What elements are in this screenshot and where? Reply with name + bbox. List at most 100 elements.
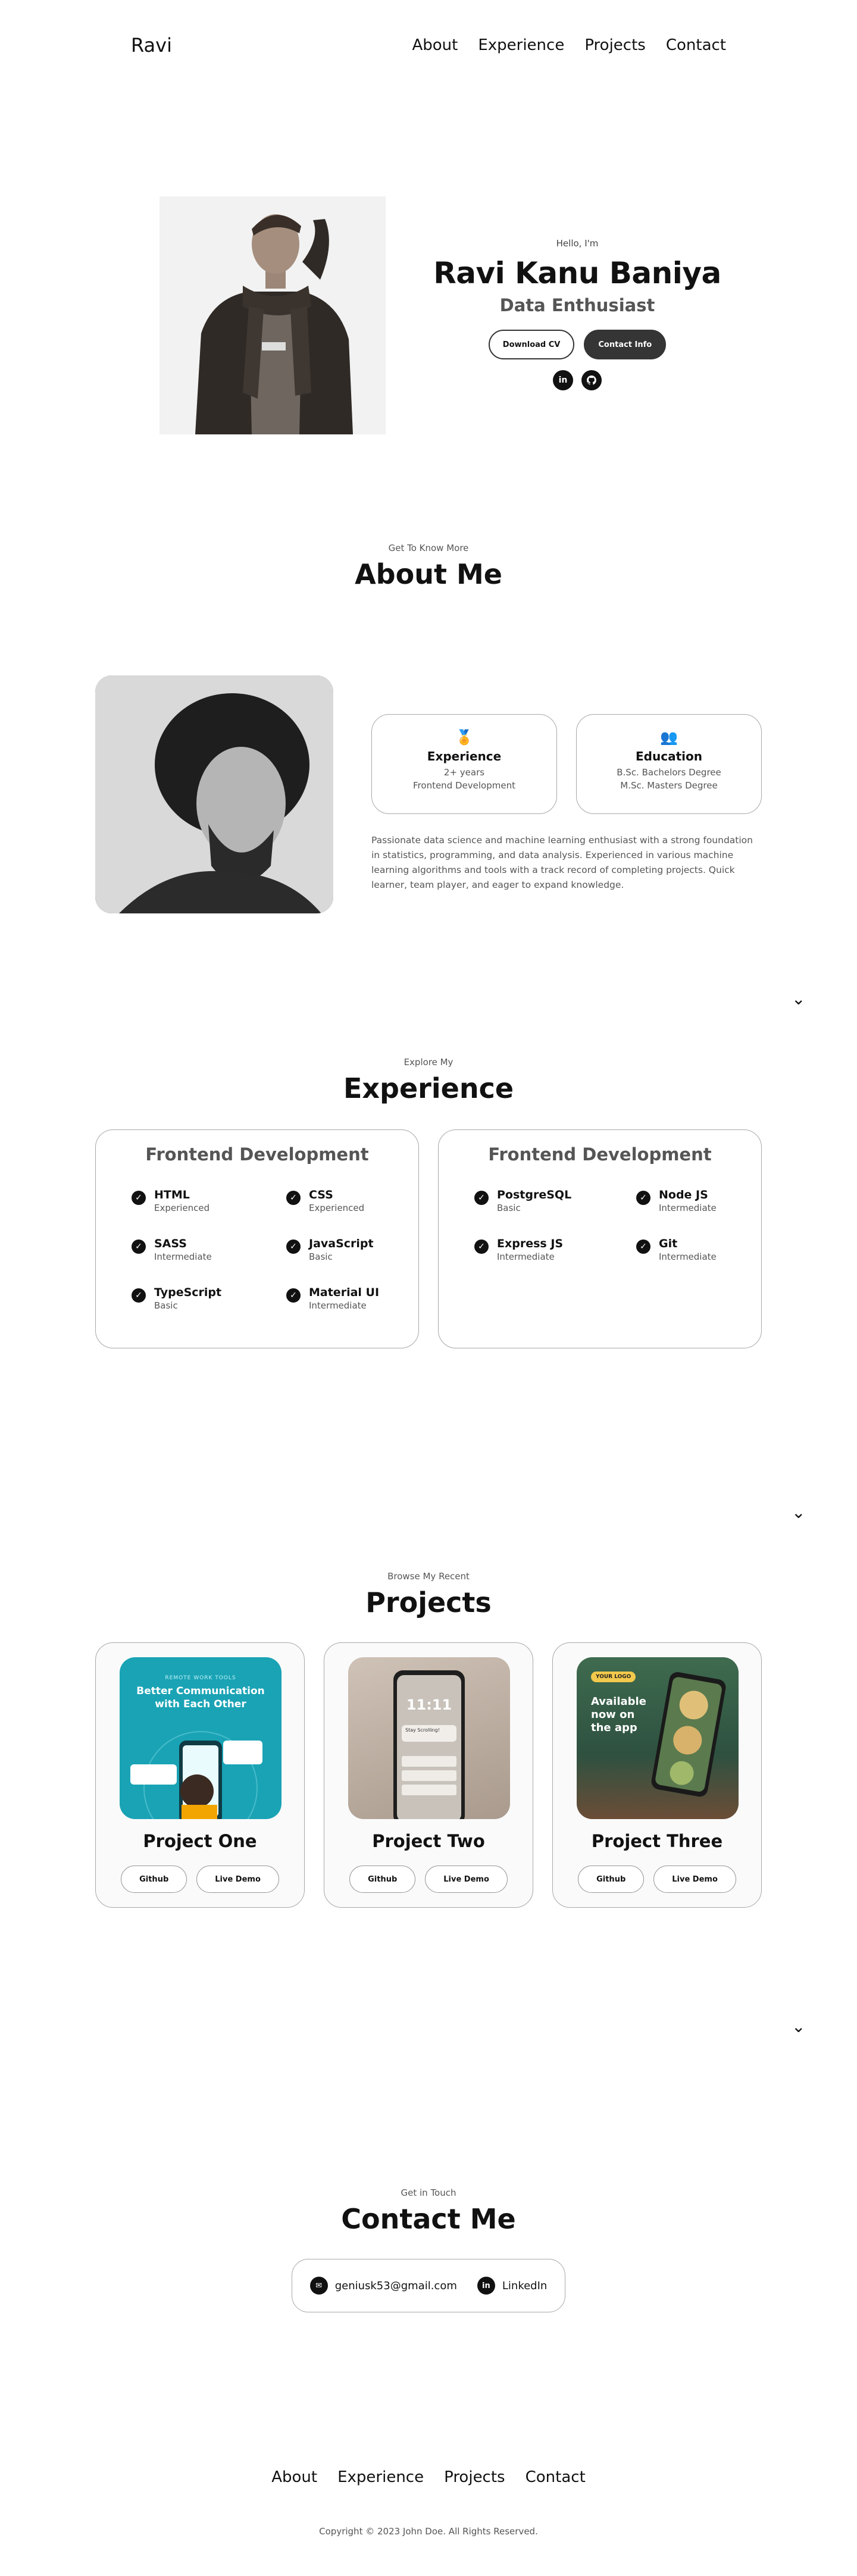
- nav-link-contact[interactable]: Contact: [666, 36, 726, 54]
- nav-link-about[interactable]: About: [412, 36, 458, 54]
- live-demo-button[interactable]: Live Demo: [653, 1866, 736, 1893]
- hero-name: Ravi Kanu Baniya: [433, 256, 721, 290]
- checkmark-icon: ✓: [474, 1240, 489, 1254]
- about-description: Passionate data science and machine lear…: [371, 835, 753, 890]
- experience-card-line: 2+ years: [443, 767, 485, 778]
- footer-link-contact[interactable]: Contact: [526, 2468, 586, 2486]
- experience-card: 🏅 Experience 2+ years Frontend Developme…: [371, 714, 557, 814]
- skill-name: JavaScript: [309, 1237, 374, 1250]
- scroll-down-arrow-icon[interactable]: ⌄: [792, 2018, 805, 2035]
- nav-link-experience[interactable]: Experience: [478, 36, 564, 54]
- github-button[interactable]: Github: [578, 1866, 645, 1893]
- scroll-down-arrow-icon[interactable]: ⌄: [792, 991, 805, 1007]
- skill-level: Intermediate: [659, 1203, 717, 1213]
- project-card: REMOTE WORK TOOLS Better Communication w…: [95, 1642, 305, 1908]
- experience-card-backend: Frontend Development ✓ PostgreSQL Basic ✓ N…: [438, 1129, 762, 1348]
- skills-grid: ✓ PostgreSQL Basic ✓ Node JS Intermediate ✓ E…: [474, 1188, 736, 1262]
- live-demo-button[interactable]: Live Demo: [196, 1866, 279, 1893]
- education-card-line: M.Sc. Masters Degree: [620, 780, 718, 791]
- skills-grid: ✓ HTML Experienced ✓ CSS Experienced ✓ SASS In…: [132, 1188, 393, 1311]
- skill-name: Material UI: [309, 1286, 380, 1299]
- experience-card-line: Frontend Development: [413, 780, 515, 791]
- skill-name: PostgreSQL: [497, 1188, 572, 1201]
- checkmark-icon: ✓: [132, 1191, 146, 1205]
- experience-title: Experience: [343, 1072, 514, 1104]
- scroll-down-arrow-icon[interactable]: ⌄: [792, 1504, 805, 1521]
- profile-photo: [159, 196, 386, 434]
- contact-linkedin-text[interactable]: LinkedIn: [502, 2280, 547, 2292]
- projects-title: Projects: [365, 1586, 492, 1619]
- github-button[interactable]: Github: [349, 1866, 416, 1893]
- checkmark-icon: ✓: [132, 1240, 146, 1254]
- skill-name: SASS: [154, 1237, 187, 1250]
- project-image-heading: 11:11: [406, 1697, 452, 1713]
- skill-level: Basic: [309, 1251, 333, 1262]
- project-card: YOUR LOGO Available now on the app Proje…: [552, 1642, 762, 1908]
- checkmark-icon: ✓: [132, 1288, 146, 1303]
- linkedin-icon: in: [477, 2277, 495, 2295]
- footer-link-projects[interactable]: Projects: [444, 2468, 505, 2486]
- hero-text: Hello, I'm Ravi Kanu Baniya Data Enthusi…: [417, 238, 738, 390]
- skill-item: ✓ Node JS Intermediate: [636, 1188, 743, 1213]
- skill-item: ✓ HTML Experienced: [132, 1188, 286, 1213]
- email-icon: ✉: [309, 2277, 328, 2295]
- github-button[interactable]: Github: [121, 1866, 187, 1893]
- logo[interactable]: Ravi: [131, 34, 172, 57]
- nav-links: About Experience Projects Contact: [412, 36, 726, 54]
- footer-link-experience[interactable]: Experience: [337, 2468, 424, 2486]
- project-image-tag: Stay Scrolling!: [405, 1727, 440, 1733]
- contact-box: ✉ geniusk53@gmail.com in LinkedIn: [292, 2259, 565, 2312]
- project-title: Project Three: [591, 1831, 723, 1851]
- experience-icon: 🏅: [455, 729, 473, 746]
- skill-level: Experienced: [154, 1203, 210, 1213]
- contact-linkedin[interactable]: in LinkedIn: [477, 2277, 547, 2295]
- project-card: 11:11 Stay Scrolling! Project Two Github…: [324, 1642, 533, 1908]
- nav-link-projects[interactable]: Projects: [584, 36, 646, 54]
- skill-level: Basic: [154, 1300, 178, 1311]
- contact-subtitle: Get in Touch: [401, 2187, 456, 2198]
- project-buttons: Github Live Demo: [324, 1866, 533, 1893]
- experience-subtitle: Explore My: [404, 1057, 453, 1068]
- project-title: Project One: [143, 1831, 257, 1851]
- skill-level: Intermediate: [497, 1251, 555, 1262]
- checkmark-icon: ✓: [474, 1191, 489, 1205]
- skill-item: ✓ Git Intermediate: [636, 1237, 743, 1262]
- checkmark-icon: ✓: [636, 1191, 650, 1205]
- experience-card-title: Experience: [427, 749, 502, 763]
- skill-item: ✓ PostgreSQL Basic: [474, 1188, 636, 1213]
- copyright: Copyright © 2023 John Doe. All Rights Re…: [319, 2526, 538, 2537]
- skill-name: Node JS: [659, 1188, 708, 1201]
- skill-name: TypeScript: [154, 1286, 222, 1299]
- linkedin-icon[interactable]: in: [553, 370, 573, 390]
- experience-card-frontend: Frontend Development ✓ HTML Experienced ✓ C…: [95, 1129, 419, 1348]
- project-title: Project Two: [372, 1831, 485, 1851]
- hero-role: Data Enthusiast: [499, 295, 655, 315]
- download-cv-button[interactable]: Download CV: [488, 330, 575, 359]
- about-title: About Me: [355, 558, 502, 590]
- hero-greeting: Hello, I'm: [556, 238, 599, 249]
- contact-email-text[interactable]: geniusk53@gmail.com: [335, 2280, 457, 2292]
- project-three-image: YOUR LOGO Available now on the app: [577, 1657, 739, 1819]
- contact-info-button[interactable]: Contact Info: [584, 330, 667, 359]
- skill-level: Experienced: [309, 1203, 365, 1213]
- footer-link-about[interactable]: About: [271, 2468, 317, 2486]
- github-icon[interactable]: [581, 370, 602, 390]
- skill-item: ✓ SASS Intermediate: [132, 1237, 286, 1262]
- skill-item: ✓ Material UI Intermediate: [286, 1286, 393, 1311]
- social-links: in: [417, 370, 738, 390]
- about-photo: [95, 675, 333, 913]
- skill-name: HTML: [154, 1188, 190, 1201]
- education-card: 👥 Education B.Sc. Bachelors Degree M.Sc.…: [576, 714, 762, 814]
- skill-item: ✓ TypeScript Basic: [132, 1286, 286, 1311]
- skill-level: Basic: [497, 1203, 521, 1213]
- contact-email[interactable]: ✉ geniusk53@gmail.com: [309, 2277, 457, 2295]
- checkmark-icon: ✓: [286, 1240, 301, 1254]
- hero-buttons: Download CV Contact Info: [417, 330, 738, 359]
- top-nav: Ravi About Experience Projects Contact: [131, 29, 726, 62]
- education-icon: 👥: [660, 729, 678, 746]
- skill-item: ✓ JavaScript Basic: [286, 1237, 393, 1262]
- skill-item: ✓ CSS Experienced: [286, 1188, 393, 1213]
- live-demo-button[interactable]: Live Demo: [425, 1866, 508, 1893]
- skill-name: Express JS: [497, 1237, 564, 1250]
- skill-level: Intermediate: [309, 1300, 367, 1311]
